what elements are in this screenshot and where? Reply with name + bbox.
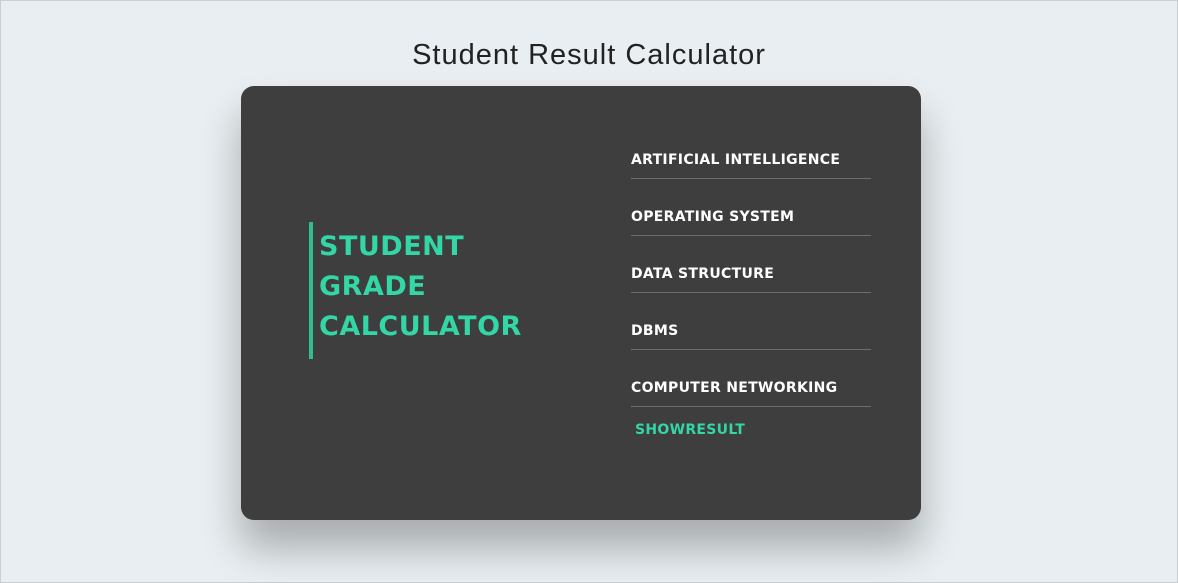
- field-data-structure: [631, 256, 871, 313]
- computer-networking-input[interactable]: [631, 370, 871, 407]
- show-result-button[interactable]: SHOWRESULT: [635, 422, 745, 438]
- marks-form: [631, 142, 871, 427]
- brand-line-calculator: CALCULATOR: [319, 311, 522, 342]
- calculator-card: STUDENT GRADE CALCULATOR SHOWRESULT: [241, 86, 921, 520]
- brand-line-grade: GRADE: [319, 271, 427, 302]
- data-structure-input[interactable]: [631, 256, 871, 293]
- field-artificial-intelligence: [631, 142, 871, 199]
- dbms-input[interactable]: [631, 313, 871, 350]
- brand-line-student: STUDENT: [319, 231, 465, 262]
- brand-heading: STUDENT GRADE CALCULATOR: [309, 222, 522, 359]
- page-title: Student Result Calculator: [412, 39, 766, 71]
- artificial-intelligence-input[interactable]: [631, 142, 871, 179]
- field-dbms: [631, 313, 871, 370]
- operating-system-input[interactable]: [631, 199, 871, 236]
- field-computer-networking: [631, 370, 871, 427]
- field-operating-system: [631, 199, 871, 256]
